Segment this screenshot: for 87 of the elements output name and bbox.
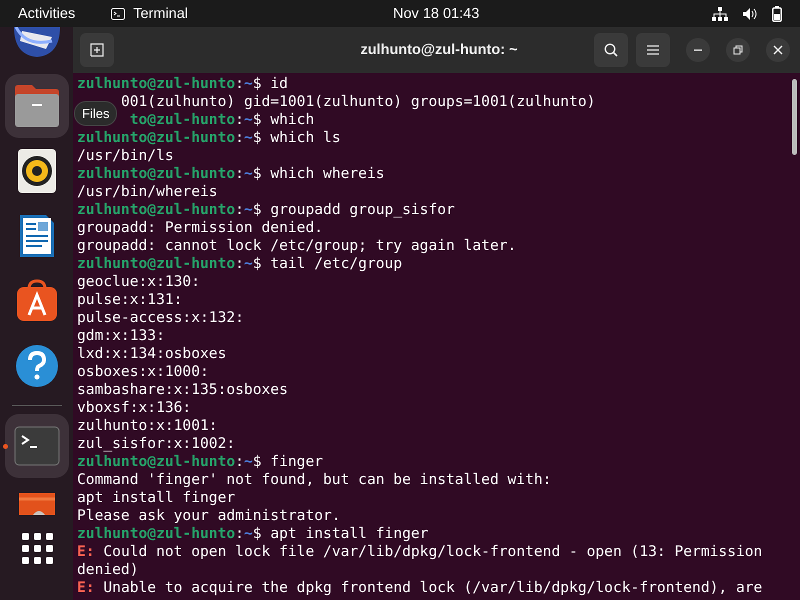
app-menu[interactable]: Terminal xyxy=(111,6,188,22)
minimize-icon xyxy=(694,49,702,51)
output-text: 001(zulhunto) gid=1001(zulhunto) groups=1001(zulhunto) xyxy=(120,93,596,110)
error-text: Unable to acquire the dpkg frontend lock (/var/lib/dpkg/lock-frontend), are xyxy=(103,579,762,596)
folder-icon xyxy=(12,84,60,128)
search-icon xyxy=(604,43,618,57)
shopping-bag-icon xyxy=(14,279,58,323)
battery-icon[interactable] xyxy=(772,6,782,22)
clock[interactable]: Nov 18 01:43 xyxy=(393,6,480,22)
output-text: pulse-access:x:132: xyxy=(77,309,244,326)
command-text: $ apt install finger xyxy=(252,525,428,542)
activities-button[interactable]: Activities xyxy=(18,6,76,22)
output-text: sambashare:x:135:osboxes xyxy=(77,381,288,398)
command-text: $ id xyxy=(252,75,288,92)
prompt-colon: : xyxy=(235,255,244,272)
error-text: Could not open lock file /var/lib/dpkg/lock-frontend - open (13: Permission xyxy=(103,543,762,560)
app-icon xyxy=(18,493,54,515)
prompt-path: ~ xyxy=(244,525,253,542)
terminal-icon xyxy=(14,426,60,466)
prompt-colon: : xyxy=(235,75,244,92)
output-text: denied) xyxy=(77,561,139,578)
tooltip: Files xyxy=(74,101,118,126)
output-text: groupadd: cannot lock /etc/group; try again later. xyxy=(77,237,516,254)
command-text: $ finger xyxy=(252,453,324,470)
network-icon[interactable] xyxy=(712,6,728,20)
output-text: /usr/bin/ls xyxy=(77,147,174,164)
maximize-button[interactable] xyxy=(726,38,750,62)
prompt-path: ~ xyxy=(244,165,253,182)
error-tag: E: xyxy=(77,579,95,596)
speaker-icon xyxy=(16,148,56,194)
help-icon xyxy=(14,344,58,388)
prompt-path: ~ xyxy=(244,201,253,218)
prompt-user: zulhunto@zul-hunto xyxy=(77,129,236,146)
command-text: $ groupadd group_sisfor xyxy=(252,201,455,218)
prompt-user: zulhunto@zul-hunto xyxy=(77,165,236,182)
output-text: zulhunto:x:1001: xyxy=(77,417,218,434)
document-icon xyxy=(18,213,56,259)
prompt-path: ~ xyxy=(244,255,253,272)
prompt-user: zulhunto@zul-hunto xyxy=(77,525,236,542)
menu-button[interactable] xyxy=(636,33,670,67)
prompt-path: ~ xyxy=(244,75,253,92)
minimize-button[interactable] xyxy=(686,38,710,62)
menu-icon xyxy=(647,45,659,55)
prompt-colon: : xyxy=(235,201,244,218)
prompt-user: zulhunto@zul-hunto xyxy=(77,453,236,470)
output-text: vboxsf:x:136: xyxy=(77,399,192,416)
prompt-colon: : xyxy=(235,165,244,182)
window-title: zulhunto@zul-hunto: ~ xyxy=(359,42,519,58)
new-tab-button[interactable] xyxy=(80,33,114,67)
prompt-user: zulhunto@zul-hunto xyxy=(77,75,236,92)
command-text: $ which xyxy=(252,111,314,128)
prompt-colon: : xyxy=(235,111,244,128)
output-text: /usr/bin/whereis xyxy=(77,183,218,200)
output-text: osboxes:x:1000: xyxy=(77,363,209,380)
output-text: gdm:x:133: xyxy=(77,327,165,344)
output-text: lxd:x:134:osboxes xyxy=(77,345,226,362)
prompt-user: to@zul-hunto xyxy=(130,111,236,128)
prompt-colon: : xyxy=(235,453,244,470)
close-icon xyxy=(773,45,783,55)
volume-icon[interactable] xyxy=(742,6,758,20)
new-tab-icon xyxy=(90,43,104,57)
command-text: $ which ls xyxy=(252,129,341,146)
dock-item[interactable] xyxy=(4,74,68,138)
prompt-user: zulhunto@zul-hunto xyxy=(77,201,236,218)
prompt-colon: : xyxy=(235,129,244,146)
output-text: pulse:x:131: xyxy=(77,291,182,308)
output-text: geoclue:x:130: xyxy=(77,273,200,290)
search-button[interactable] xyxy=(594,33,628,67)
app-grid-icon xyxy=(20,532,52,564)
error-tag: E: xyxy=(77,543,95,560)
terminal-icon xyxy=(111,8,126,20)
output-text: groupadd: Permission denied. xyxy=(77,219,324,236)
command-text: $ tail /etc/group xyxy=(252,255,402,272)
prompt-colon: : xyxy=(235,525,244,542)
output-text: Please ask your administrator. xyxy=(77,507,341,524)
mail-app-icon xyxy=(12,27,62,57)
restore-icon xyxy=(733,45,743,55)
prompt-user: zulhunto@zul-hunto xyxy=(77,255,236,272)
prompt-path: ~ xyxy=(244,453,253,470)
output-text: Command 'finger' not found, but can be installed with: xyxy=(77,471,552,488)
command-text: $ which whereis xyxy=(252,165,385,182)
prompt-path: ~ xyxy=(244,111,253,128)
prompt-path: ~ xyxy=(244,129,253,146)
scrollbar-thumb[interactable] xyxy=(792,79,797,155)
output-text: zul_sisfor:x:1002: xyxy=(77,435,236,452)
close-button[interactable] xyxy=(766,38,790,62)
output-text: apt install finger xyxy=(77,489,236,506)
